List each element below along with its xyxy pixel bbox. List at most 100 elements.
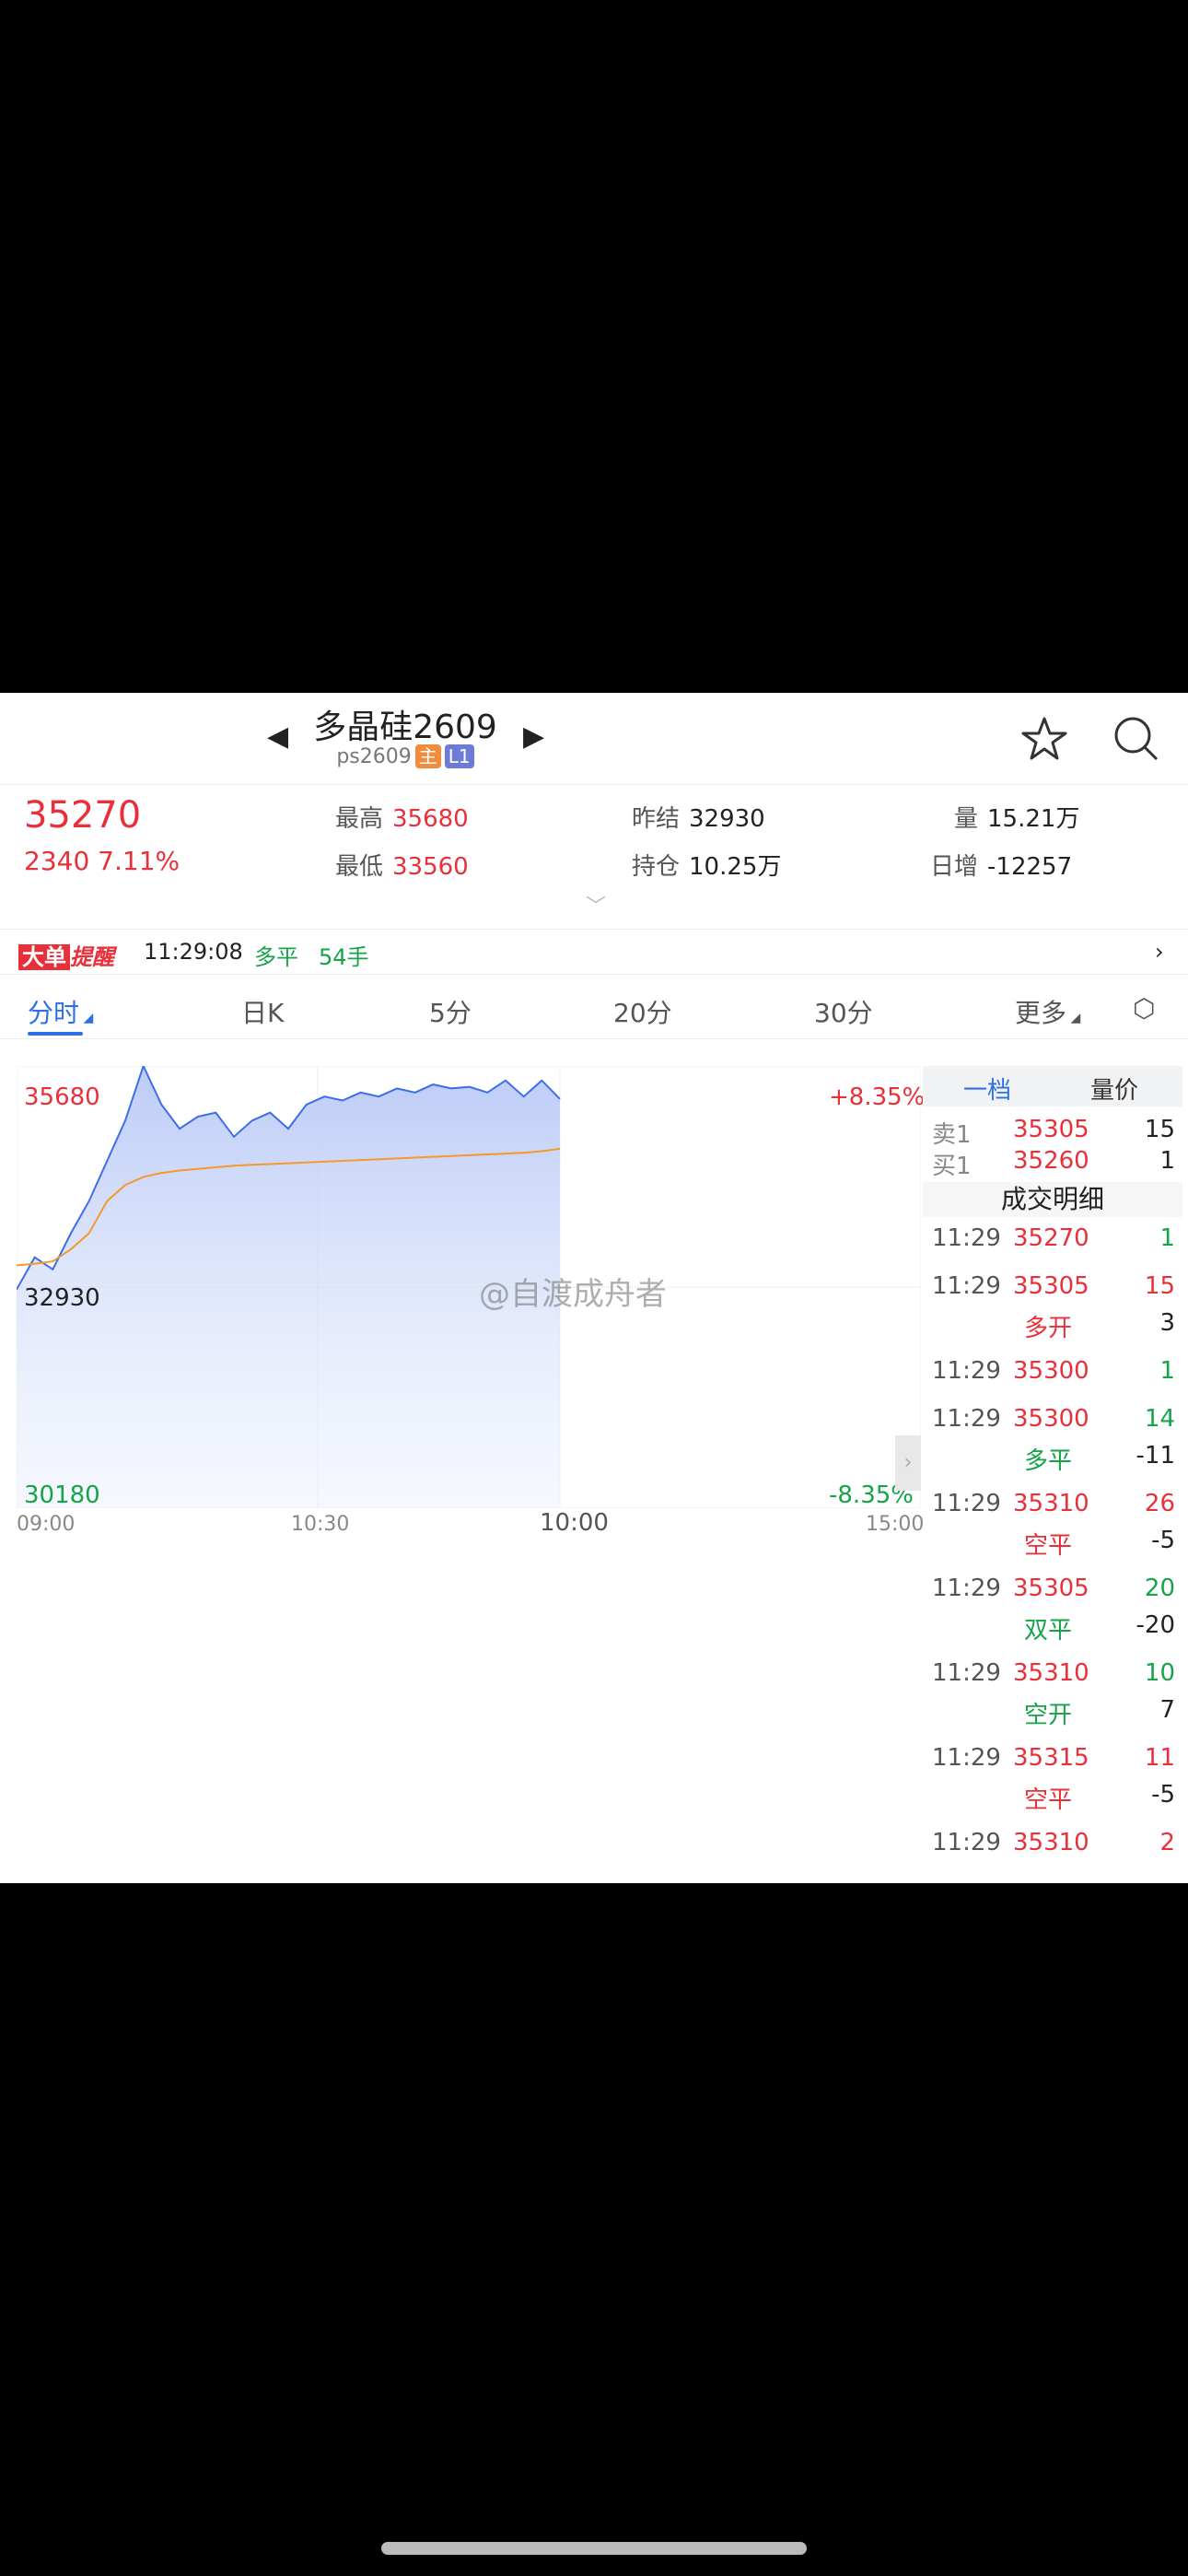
trade-volume: 10 bbox=[1144, 1659, 1175, 1687]
home-indicator[interactable] bbox=[381, 2542, 807, 2555]
trade-volume: 15 bbox=[1144, 1272, 1175, 1300]
order-book-panel: 一档 量价 卖1 35305 15 买1 35260 1 成交明细 11:29 3… bbox=[923, 1066, 1182, 1883]
tab-intraday[interactable]: 分时 ◢ bbox=[28, 993, 93, 1030]
segment-volume-price[interactable]: 量价 bbox=[1090, 1071, 1138, 1106]
open-interest-label: 持仓 bbox=[632, 853, 681, 881]
badge-part-b: 提醒 bbox=[70, 944, 114, 970]
tab-daily-k[interactable]: 日K bbox=[241, 993, 284, 1030]
chevron-right-icon: › bbox=[1155, 939, 1164, 965]
quote-panel: 35270 2340 7.11% 最高 35680 最低 33560 昨结 32930… bbox=[0, 785, 1188, 896]
trade-diff: -5 bbox=[1151, 1527, 1175, 1554]
contract-title: 多晶硅2609 bbox=[313, 708, 497, 746]
search-icon[interactable] bbox=[1109, 711, 1164, 767]
high-stat: 最高 35680 bbox=[335, 800, 469, 834]
main-contract-tag: 主 bbox=[414, 744, 441, 768]
high-value: 35680 bbox=[392, 805, 469, 833]
trade-diff: 3 bbox=[1159, 1309, 1175, 1337]
daily-increase-value: -12257 bbox=[987, 853, 1073, 881]
order-book-segment: 一档 量价 bbox=[923, 1066, 1182, 1107]
tab-more-label: 更多 bbox=[1015, 998, 1067, 1028]
trade-kind: 双平 bbox=[1024, 1617, 1073, 1645]
trade-time: 11:29 bbox=[932, 1575, 1001, 1602]
trade-price: 35305 bbox=[1013, 1575, 1089, 1602]
last-price: 35270 bbox=[24, 794, 142, 837]
tab-20min[interactable]: 20分 bbox=[613, 993, 672, 1030]
ask-volume: 15 bbox=[1144, 1116, 1175, 1143]
prev-contract-arrow-icon[interactable]: ◀ bbox=[267, 720, 288, 753]
trade-time: 11:29 bbox=[932, 1490, 1001, 1517]
trade-kind: 空开 bbox=[1024, 1702, 1073, 1729]
daily-increase-stat: 日增 -12257 bbox=[930, 848, 1072, 882]
low-value: 33560 bbox=[392, 853, 469, 881]
trade-price: 35310 bbox=[1013, 1829, 1089, 1856]
volume-stat: 量 15.21万 bbox=[954, 800, 1079, 834]
trade-time: 11:29 bbox=[932, 1224, 1001, 1252]
settings-hex-icon[interactable]: ⬡ bbox=[1133, 993, 1155, 1024]
trade-time: 11:29 bbox=[932, 1405, 1001, 1433]
low-label: 最低 bbox=[335, 853, 384, 881]
trade-kind: 空平 bbox=[1024, 1532, 1073, 1560]
tab-5min[interactable]: 5分 bbox=[429, 993, 472, 1030]
prev-settle-value: 32930 bbox=[689, 805, 765, 833]
trade-price: 35310 bbox=[1013, 1490, 1089, 1517]
intraday-chart[interactable] bbox=[17, 1066, 921, 1508]
trade-diff: -11 bbox=[1136, 1442, 1175, 1469]
prev-settle-label: 昨结 bbox=[632, 805, 681, 833]
trade-time: 11:29 bbox=[932, 1272, 1001, 1300]
alert-time: 11:29:08 bbox=[144, 939, 243, 965]
trade-kind: 空平 bbox=[1024, 1786, 1073, 1814]
bid-price: 35260 bbox=[1013, 1147, 1089, 1175]
tab-intraday-label: 分时 bbox=[28, 998, 80, 1028]
trade-kind: 多开 bbox=[1024, 1315, 1073, 1342]
prev-settle-stat: 昨结 32930 bbox=[632, 800, 765, 834]
next-contract-arrow-icon[interactable]: ▶ bbox=[523, 720, 544, 753]
bid-volume: 1 bbox=[1159, 1147, 1175, 1175]
collapse-panel-arrow-icon[interactable]: › bbox=[895, 1435, 921, 1491]
tab-intraday-caret-icon: ◢ bbox=[79, 1011, 94, 1025]
period-tabs: 分时 ◢ 日K 5分 20分 30分 更多 ◢ ⬡ bbox=[0, 975, 1188, 1039]
trade-diff: -5 bbox=[1151, 1781, 1175, 1809]
expand-chevron-icon[interactable]: ﹀ bbox=[586, 890, 606, 919]
trade-volume: 14 bbox=[1144, 1405, 1175, 1433]
x-tick-0900: 09:00 bbox=[17, 1513, 76, 1536]
trade-price: 35300 bbox=[1013, 1405, 1089, 1433]
pct-top-label: +8.35% bbox=[829, 1083, 926, 1111]
trade-kind: 多平 bbox=[1024, 1447, 1073, 1475]
open-interest-value: 10.25万 bbox=[689, 853, 782, 881]
star-icon[interactable] bbox=[1017, 711, 1072, 767]
trade-volume: 26 bbox=[1144, 1490, 1175, 1517]
trade-price: 35310 bbox=[1013, 1659, 1089, 1687]
badge-part-a: 大单 bbox=[18, 944, 70, 970]
trade-diff: 7 bbox=[1159, 1696, 1175, 1724]
app-screen: ◀ 多晶硅2609 ps2609 主 L1 ▶ 35270 2340 7.11% 最… bbox=[0, 693, 1188, 1883]
alert-type: 多平 bbox=[254, 944, 298, 970]
y-bottom-label: 30180 bbox=[24, 1481, 100, 1509]
ask-label: 卖1 bbox=[932, 1121, 972, 1149]
trade-time: 11:29 bbox=[932, 1357, 1001, 1385]
x-tick-1500: 15:00 bbox=[866, 1513, 925, 1536]
high-label: 最高 bbox=[335, 805, 384, 833]
daily-increase-label: 日增 bbox=[930, 853, 979, 881]
x-tick-1030: 10:30 bbox=[291, 1513, 350, 1536]
trade-detail-title: 成交明细 bbox=[923, 1182, 1182, 1217]
trade-price: 35270 bbox=[1013, 1224, 1089, 1252]
volume-value: 15.21万 bbox=[987, 805, 1080, 833]
tab-more-caret-icon: ◢ bbox=[1066, 1011, 1081, 1025]
tab-30min[interactable]: 30分 bbox=[814, 993, 873, 1030]
trade-volume: 1 bbox=[1159, 1224, 1175, 1252]
active-tab-indicator bbox=[28, 1032, 83, 1036]
trade-time: 11:29 bbox=[932, 1744, 1001, 1772]
big-order-alert-bar[interactable]: 大单 提醒 11:29:08 多平 54手 › bbox=[0, 929, 1188, 975]
tab-more[interactable]: 更多 ◢ bbox=[1015, 993, 1080, 1030]
trade-time: 11:29 bbox=[932, 1829, 1001, 1856]
x-tick-cursor: 10:00 bbox=[540, 1509, 609, 1537]
price-change: 2340 7.11% bbox=[24, 846, 181, 876]
trade-volume: 11 bbox=[1144, 1744, 1175, 1772]
contract-subtitle: ps2609 主 L1 bbox=[313, 744, 497, 768]
trade-price: 35305 bbox=[1013, 1272, 1089, 1300]
top-bar: ◀ 多晶硅2609 ps2609 主 L1 ▶ bbox=[0, 693, 1188, 785]
trade-price: 35300 bbox=[1013, 1357, 1089, 1385]
trade-volume: 2 bbox=[1159, 1829, 1175, 1856]
contract-code: ps2609 bbox=[336, 745, 412, 768]
segment-level1[interactable]: 一档 bbox=[963, 1071, 1011, 1106]
